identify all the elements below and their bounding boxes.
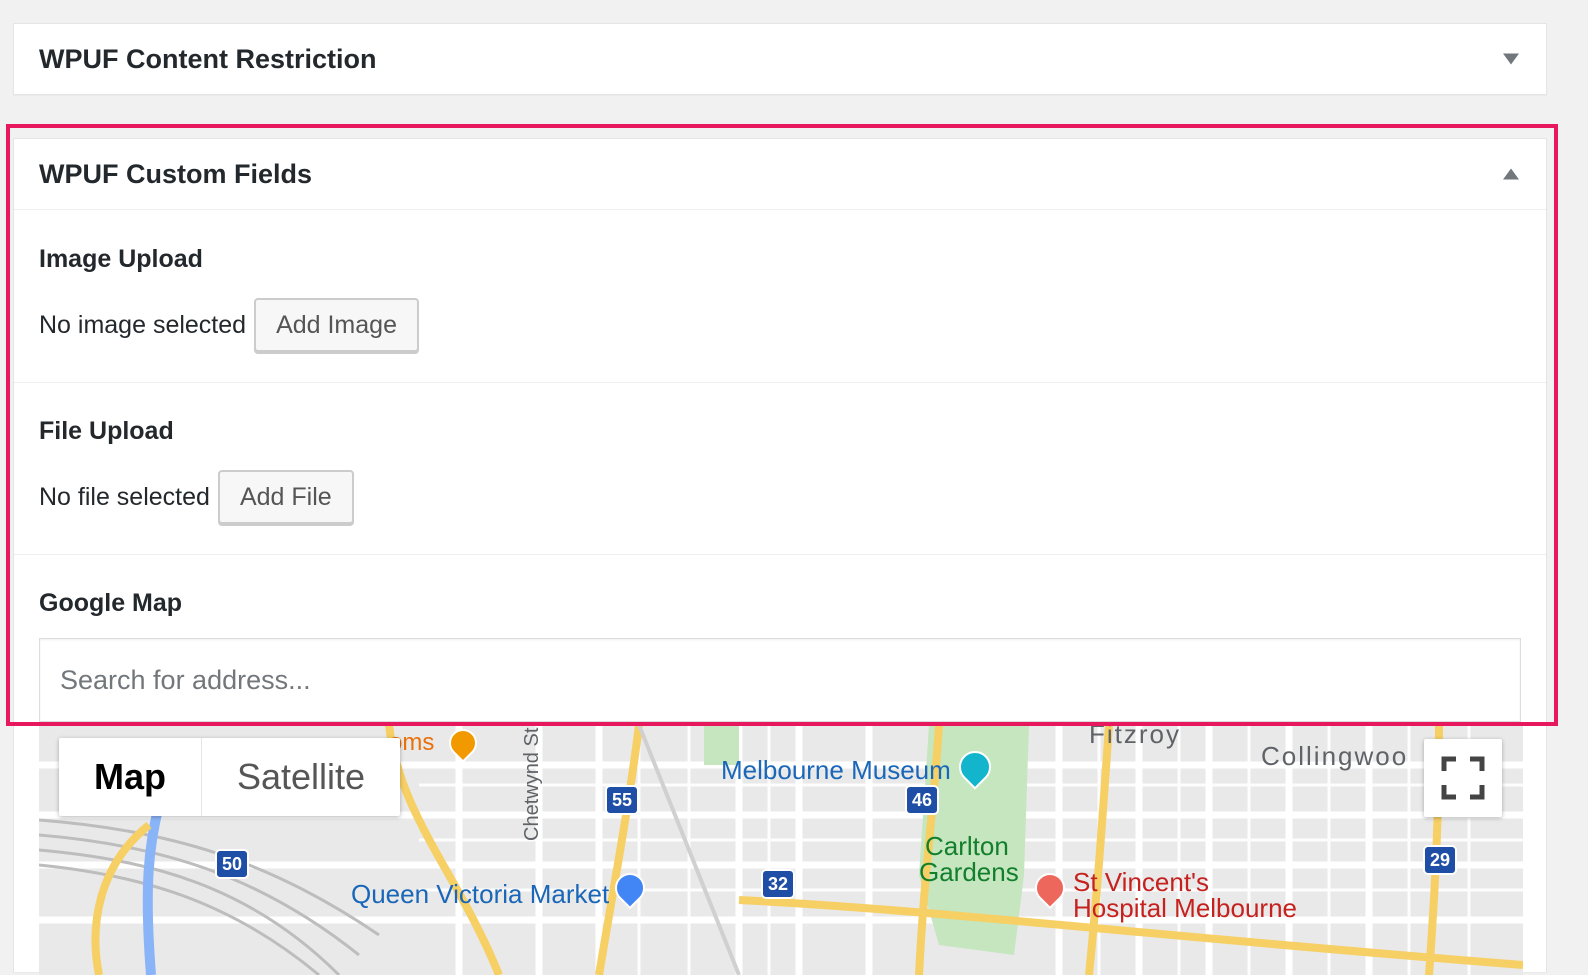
fullscreen-icon bbox=[1441, 756, 1485, 800]
map-label-fitzroy: Fitzroy bbox=[1089, 725, 1181, 749]
route-shield-46: 46 bbox=[905, 785, 939, 815]
arrow-up-icon[interactable] bbox=[1503, 168, 1519, 180]
route-shield-55: 55 bbox=[605, 785, 639, 815]
content-restriction-title: WPUF Content Restriction bbox=[39, 43, 377, 74]
file-upload-status: No file selected bbox=[39, 482, 210, 511]
map-label-melbourne-museum[interactable]: Melbourne Museum bbox=[721, 755, 951, 786]
arrow-down-icon[interactable] bbox=[1503, 53, 1519, 65]
fullscreen-button[interactable] bbox=[1424, 739, 1502, 817]
map-type-map[interactable]: Map bbox=[59, 738, 202, 816]
google-map-row: Google Map Search for address... Fitzroy… bbox=[14, 555, 1546, 975]
map-label-chetwynd-st: Chetwynd St bbox=[521, 727, 543, 841]
route-shield-50: 50 bbox=[215, 849, 249, 879]
custom-fields-box: WPUF Custom Fields Image Upload No image… bbox=[13, 138, 1547, 975]
file-upload-label: File Upload bbox=[39, 417, 174, 445]
add-image-button[interactable]: Add Image bbox=[254, 298, 419, 352]
map-label-hospital[interactable]: Hospital Melbourne bbox=[1073, 893, 1297, 924]
map-label-gardens: Gardens bbox=[919, 857, 1019, 887]
map-label-collingwood: Collingwoo bbox=[1261, 741, 1409, 771]
image-upload-label: Image Upload bbox=[39, 245, 203, 273]
custom-fields-title: WPUF Custom Fields bbox=[39, 158, 313, 189]
file-upload-row: File Upload No file selected Add File bbox=[14, 383, 1546, 555]
image-upload-status: No image selected bbox=[39, 310, 247, 339]
route-shield-29: 29 bbox=[1423, 845, 1457, 875]
image-upload-row: Image Upload No image selected Add Image bbox=[14, 211, 1546, 383]
add-file-button[interactable]: Add File bbox=[217, 470, 354, 524]
map-type-satellite[interactable]: Satellite bbox=[202, 738, 400, 816]
content-restriction-box: WPUF Content Restriction bbox=[13, 23, 1547, 95]
address-search-input[interactable] bbox=[39, 638, 1521, 722]
route-shield-32: 32 bbox=[761, 869, 795, 899]
map-type-control: Map Satellite bbox=[59, 738, 401, 816]
custom-fields-header[interactable]: WPUF Custom Fields bbox=[14, 139, 1546, 210]
content-restriction-header[interactable]: WPUF Content Restriction bbox=[14, 24, 1546, 94]
map-label-queen-victoria-market[interactable]: Queen Victoria Market bbox=[351, 879, 609, 910]
google-map-label: Google Map bbox=[39, 589, 183, 617]
google-map-canvas[interactable]: Fitzroy Collingwoo Melbourne Museum Carl… bbox=[39, 725, 1523, 975]
